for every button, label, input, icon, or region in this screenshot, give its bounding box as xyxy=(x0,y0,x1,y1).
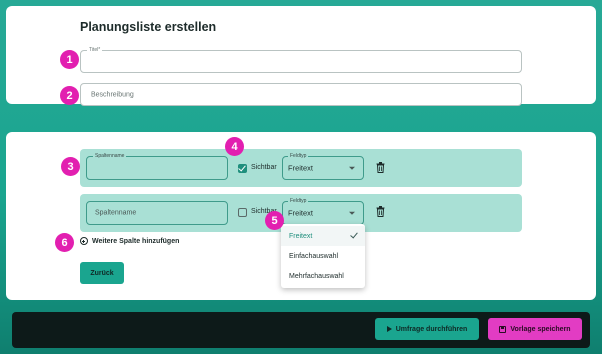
trash-icon[interactable] xyxy=(376,206,385,217)
annotation-badge-3: 3 xyxy=(61,157,80,176)
annotation-badge-5: 5 xyxy=(265,211,284,230)
field-type-dropdown: Freitext Einfachauswahl Mehrfachauswahl xyxy=(281,224,365,288)
field-type-label: Feldtyp xyxy=(288,197,309,205)
field-type-select[interactable]: Feldtyp Freitext xyxy=(282,152,364,180)
title-field[interactable]: Titel* xyxy=(80,46,522,73)
dropdown-option-mehrfachauswahl[interactable]: Mehrfachauswahl xyxy=(281,266,365,286)
annotation-badge-6: 6 xyxy=(55,233,74,252)
run-survey-button[interactable]: Umfrage durchführen xyxy=(375,318,479,340)
annotation-badge-1: 1 xyxy=(60,50,79,69)
field-type-select[interactable]: Feldtyp Freitext xyxy=(282,197,364,225)
annotation-badge-2: 2 xyxy=(60,86,79,105)
chevron-down-icon xyxy=(349,166,355,170)
dropdown-option-label: Freitext xyxy=(289,232,313,240)
column-name-label: Spaltenname xyxy=(93,152,127,160)
run-survey-label: Umfrage durchführen xyxy=(395,325,468,333)
add-column-label: Weitere Spalte hinzufügen xyxy=(92,237,180,245)
dropdown-option-label: Mehrfachauswahl xyxy=(289,272,344,280)
column-name-field[interactable]: Spaltenname xyxy=(86,152,228,180)
field-type-value: Freitext xyxy=(288,163,314,173)
trash-icon[interactable] xyxy=(376,162,385,173)
dropdown-option-label: Einfachauswahl xyxy=(289,252,339,260)
save-template-label: Vorlage speichern xyxy=(510,325,571,333)
description-field[interactable]: Beschreibung xyxy=(80,83,522,106)
field-type-value: Freitext xyxy=(288,208,314,218)
back-button[interactable]: Zurück xyxy=(80,262,124,284)
dropdown-option-freitext[interactable]: Freitext xyxy=(281,226,365,246)
save-template-button[interactable]: Vorlage speichern xyxy=(488,318,582,340)
dropdown-option-einfachauswahl[interactable]: Einfachauswahl xyxy=(281,246,365,266)
description-placeholder: Beschreibung xyxy=(91,91,134,98)
save-icon xyxy=(499,325,507,333)
column-name-field[interactable]: Spaltenname xyxy=(86,201,228,225)
add-column-button[interactable]: Weitere Spalte hinzufügen xyxy=(80,237,179,245)
chevron-down-icon xyxy=(349,211,355,215)
play-icon xyxy=(386,326,392,332)
check-icon xyxy=(350,230,358,239)
annotation-badge-4: 4 xyxy=(225,137,244,156)
visible-checkbox[interactable] xyxy=(238,208,247,217)
column-name-placeholder: Spaltenname xyxy=(95,209,137,217)
title-field-label: Titel* xyxy=(87,46,103,54)
plus-circle-icon xyxy=(80,237,88,245)
visible-label: Sichtbar xyxy=(251,164,277,171)
visible-checkbox[interactable] xyxy=(238,164,247,173)
page-title: Planungsliste erstellen xyxy=(80,20,217,34)
field-type-label: Feldtyp xyxy=(288,152,309,160)
